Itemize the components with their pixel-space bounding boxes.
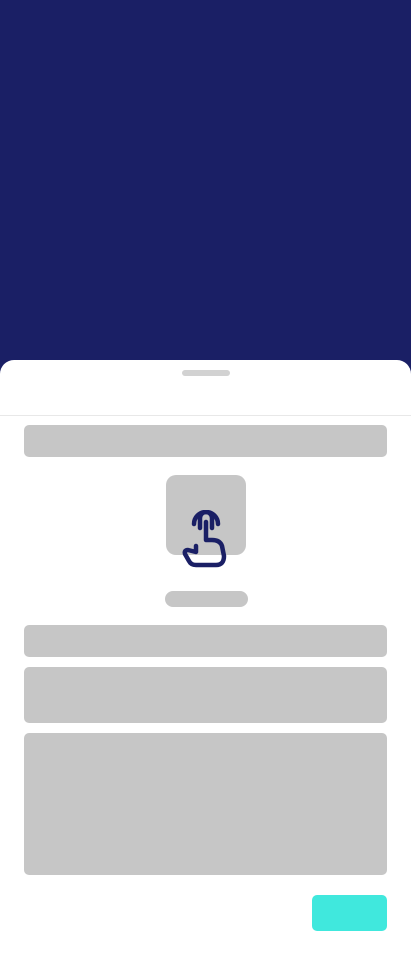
tap-hand-icon (182, 510, 227, 568)
action-button[interactable] (312, 895, 387, 931)
sheet-header (0, 360, 411, 415)
title-placeholder (24, 425, 387, 457)
field-placeholder-2 (24, 667, 387, 723)
caption-placeholder (165, 591, 248, 607)
bottom-sheet (0, 360, 411, 955)
field-placeholder-1 (24, 625, 387, 657)
drag-handle[interactable] (182, 370, 230, 376)
sheet-divider (0, 415, 411, 416)
textarea-placeholder (24, 733, 387, 875)
